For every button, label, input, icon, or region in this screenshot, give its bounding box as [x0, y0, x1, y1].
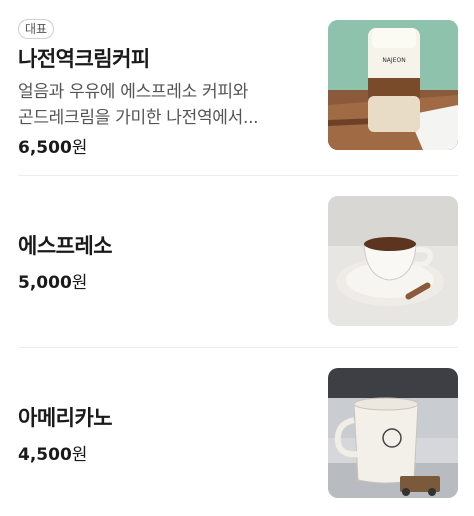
- menu-item-espresso[interactable]: 에스프레소 5,000원: [18, 196, 458, 326]
- menu-item-price: 4,500원: [18, 440, 318, 465]
- menu-list: 대표 나전역크림커피 얼음과 우유에 에스프레소 커피와 곤드레크림을 가미한 …: [0, 0, 474, 516]
- menu-item-name: 나전역크림커피: [18, 47, 150, 71]
- price-amount: 6,500: [18, 138, 72, 158]
- description-line: 곤드레크림을 가미한 나전역에서...: [18, 108, 259, 128]
- menu-item-image[interactable]: NAJEON: [328, 20, 458, 150]
- menu-item-image[interactable]: [328, 196, 458, 326]
- menu-item-text: 대표 나전역크림커피 얼음과 우유에 에스프레소 커피와 곤드레크림을 가미한 …: [18, 18, 318, 158]
- americano-image: [328, 368, 458, 498]
- menu-item-najeon-cream-coffee[interactable]: 대표 나전역크림커피 얼음과 우유에 에스프레소 커피와 곤드레크림을 가미한 …: [18, 18, 458, 158]
- price-currency: 원: [71, 445, 88, 465]
- signature-badge: 대표: [18, 19, 55, 39]
- menu-item-price: 6,500원: [18, 133, 318, 158]
- menu-item-text: 에스프레소 5,000원: [18, 230, 318, 293]
- menu-item-name: 아메리카노: [18, 406, 113, 430]
- menu-item-image[interactable]: [328, 368, 458, 498]
- espresso-image: [328, 196, 458, 326]
- divider: [18, 175, 458, 176]
- divider: [18, 347, 458, 348]
- svg-text:NAJEON: NAJEON: [382, 57, 405, 64]
- menu-item-name: 에스프레소: [18, 234, 113, 258]
- price-amount: 5,000: [18, 273, 72, 293]
- menu-item-price: 5,000원: [18, 268, 318, 293]
- description-line: 얼음과 우유에 에스프레소 커피와: [18, 82, 249, 102]
- price-amount: 4,500: [18, 445, 72, 465]
- iced-coffee-image: NAJEON: [328, 20, 458, 150]
- menu-item-americano[interactable]: 아메리카노 4,500원: [18, 368, 458, 498]
- menu-item-description: 얼음과 우유에 에스프레소 커피와 곤드레크림을 가미한 나전역에서...: [18, 79, 313, 131]
- menu-item-text: 아메리카노 4,500원: [18, 402, 318, 465]
- price-currency: 원: [71, 138, 88, 158]
- price-currency: 원: [71, 273, 88, 293]
